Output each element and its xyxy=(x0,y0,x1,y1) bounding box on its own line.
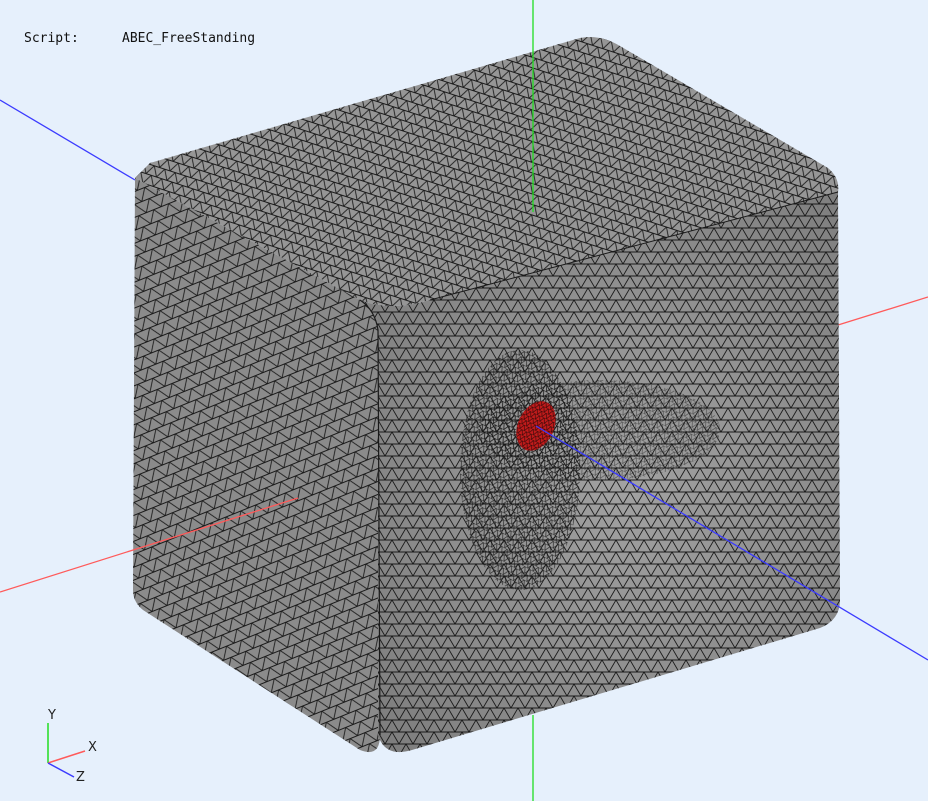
triad-x-axis xyxy=(47,750,86,764)
axis-z-line-back xyxy=(0,99,136,181)
mesh-model[interactable] xyxy=(133,37,840,753)
script-name: ABEC_FreeStanding xyxy=(122,31,256,46)
triad-z-axis xyxy=(47,762,75,778)
orientation-triad: Y X Z xyxy=(47,708,97,785)
triad-x-label: X xyxy=(88,740,97,755)
triad-z-label: Z xyxy=(76,770,85,785)
script-label: Script: xyxy=(24,31,79,46)
triad-y-label: Y xyxy=(47,708,56,723)
3d-viewport[interactable]: Y X Z xyxy=(0,0,928,801)
axis-x-line-right xyxy=(837,296,928,326)
